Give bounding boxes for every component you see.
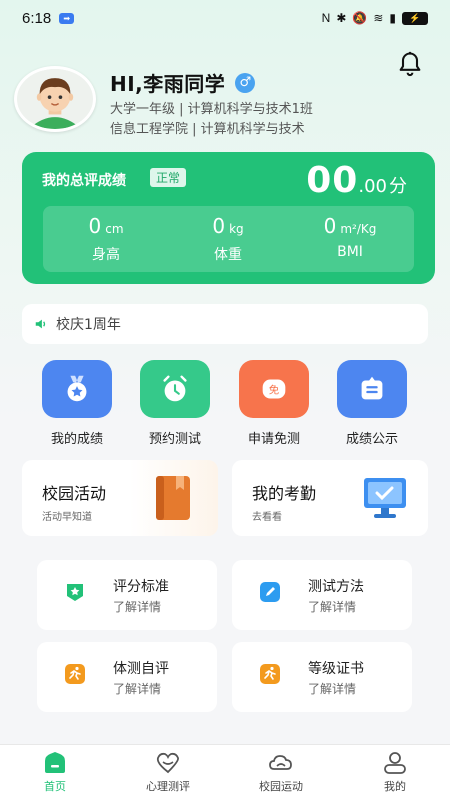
bmi-metric: 0 m²/Kg BMI xyxy=(295,214,405,260)
quick-score-publication[interactable]: 成绩公示 xyxy=(332,360,412,447)
cloud-run-icon xyxy=(269,755,292,770)
scoring-standard-subtitle: 了解详情 xyxy=(113,600,162,614)
profile-header: HI,李雨同学 ♂ 大学一年级 | 计算机科学与技术1班 信息工程学院 | 计算… xyxy=(14,66,434,137)
sim-alert-icon: ▮ xyxy=(389,11,396,25)
weight-label: 体重 xyxy=(214,247,242,263)
quick-my-scores[interactable]: 我的成绩 xyxy=(37,360,117,447)
home-icon xyxy=(45,752,65,773)
college-info: 信息工程学院 | 计算机科学与技术 xyxy=(110,122,305,137)
nav-home[interactable]: 首页 xyxy=(10,751,100,794)
nav-psychology-label: 心理测评 xyxy=(146,780,190,793)
height-metric: 0 cm 身高 xyxy=(51,214,161,264)
status-time: 6:18 xyxy=(22,9,52,27)
nav-psychology[interactable]: 心理测评 xyxy=(123,751,213,794)
announcement-icon xyxy=(337,360,407,418)
scoring-standard-title: 评分标准 xyxy=(113,579,169,595)
battery-charging-glyph: ⚡ xyxy=(409,12,421,23)
nav-home-label: 首页 xyxy=(44,780,66,793)
height-label: 身高 xyxy=(92,247,120,263)
edit-icon xyxy=(260,582,280,602)
weight-value: 0 xyxy=(212,214,226,238)
quick-score-publication-label: 成绩公示 xyxy=(345,432,398,447)
score-title: 我的总评成绩 xyxy=(42,173,126,189)
quick-book-test-label: 预约测试 xyxy=(148,432,201,447)
class-info: 大学一年级 | 计算机科学与技术1班 xyxy=(110,102,313,117)
notification-app-icon: ➡ xyxy=(59,12,75,24)
book-icon xyxy=(156,476,190,520)
nav-campus-sports-label: 校园运动 xyxy=(259,780,303,793)
self-assessment-title: 体测自评 xyxy=(113,661,169,677)
height-value: 0 xyxy=(88,214,102,238)
bottom-nav: 首页 心理测评 校园运动 我的 xyxy=(0,744,450,800)
total-score-card[interactable]: 我的总评成绩 正常 00 .00 分 0 cm 身高 0 kg 体重 0 m²/Kg … xyxy=(22,152,435,284)
announcement-text: 校庆1周年 xyxy=(56,317,121,333)
quick-my-scores-label: 我的成绩 xyxy=(50,432,103,447)
svg-text:免: 免 xyxy=(269,384,279,397)
my-attendance-card[interactable]: 我的考勤 去看看 xyxy=(232,460,428,536)
score-unit: 分 xyxy=(389,176,407,197)
self-assessment-card[interactable]: 体测自评 了解详情 xyxy=(37,642,217,712)
weight-metric: 0 kg 体重 xyxy=(173,214,283,264)
quick-book-test[interactable]: 预约测试 xyxy=(135,360,215,447)
campus-activities-title: 校园活动 xyxy=(42,484,107,503)
status-bar: 6:18 ➡ N ✱ 🔕 ≋ ▮ ⚡ xyxy=(0,0,450,36)
nav-campus-sports[interactable]: 校园运动 xyxy=(236,751,326,794)
grade-certificate-card[interactable]: 等级证书 了解详情 xyxy=(232,642,412,712)
battery-icon: ⚡ xyxy=(402,11,428,25)
quick-apply-exemption[interactable]: 免 申请免测 xyxy=(234,360,314,447)
status-left: 6:18 ➡ xyxy=(22,9,75,27)
speaker-icon xyxy=(35,319,46,329)
exempt-icon: 免 xyxy=(239,360,309,418)
campus-activities-card[interactable]: 校园活动 活动早知道 xyxy=(22,460,218,536)
self-assessment-subtitle: 了解详情 xyxy=(113,682,162,696)
user-icon xyxy=(384,752,406,774)
scoring-standard-card[interactable]: 评分标准 了解详情 xyxy=(37,560,217,630)
score-decimal: .00 xyxy=(358,176,387,197)
status-right: N ✱ 🔕 ≋ ▮ ⚡ xyxy=(321,11,428,25)
male-gender-icon: ♂ xyxy=(235,72,256,93)
runner-icon xyxy=(260,664,280,684)
grade-certificate-title: 等级证书 xyxy=(308,661,364,677)
test-method-title: 测试方法 xyxy=(308,579,364,595)
score-value: 00 .00 分 xyxy=(306,160,407,201)
nav-me-label: 我的 xyxy=(384,780,406,793)
avatar[interactable] xyxy=(14,66,96,132)
star-tag-icon xyxy=(67,584,83,601)
bmi-unit: m²/Kg xyxy=(340,222,377,236)
name-row: HI,李雨同学 ♂ xyxy=(110,68,256,97)
body-metrics: 0 cm 身高 0 kg 体重 0 m²/Kg BMI xyxy=(43,206,414,272)
wifi-icon: ≋ xyxy=(373,11,384,25)
height-unit: cm xyxy=(105,222,124,236)
test-method-card[interactable]: 测试方法 了解详情 xyxy=(232,560,412,630)
bluetooth-icon: ✱ xyxy=(336,11,347,25)
user-name: HI,李雨同学 xyxy=(110,72,226,96)
bmi-value: 0 xyxy=(323,214,337,238)
runner-icon xyxy=(65,664,85,684)
test-method-subtitle: 了解详情 xyxy=(308,600,357,614)
nav-me[interactable]: 我的 xyxy=(350,751,440,794)
medal-icon xyxy=(42,360,112,418)
mute-icon: 🔕 xyxy=(352,11,368,25)
announcement-bar[interactable]: 校庆1周年 xyxy=(22,304,428,344)
alarm-clock-icon xyxy=(140,360,210,418)
my-attendance-subtitle: 去看看 xyxy=(252,512,282,523)
bmi-label: BMI xyxy=(337,244,363,260)
status-badge: 正常 xyxy=(150,168,187,187)
campus-activities-subtitle: 活动早知道 xyxy=(42,512,92,523)
my-attendance-title: 我的考勤 xyxy=(252,484,317,503)
quick-apply-exemption-label: 申请免测 xyxy=(247,432,300,447)
weight-unit: kg xyxy=(229,222,244,236)
score-integer: 00 xyxy=(306,160,359,201)
monitor-check-icon xyxy=(364,478,406,518)
nfc-icon: N xyxy=(321,11,331,25)
heart-icon xyxy=(156,752,179,774)
grade-certificate-subtitle: 了解详情 xyxy=(308,682,357,696)
